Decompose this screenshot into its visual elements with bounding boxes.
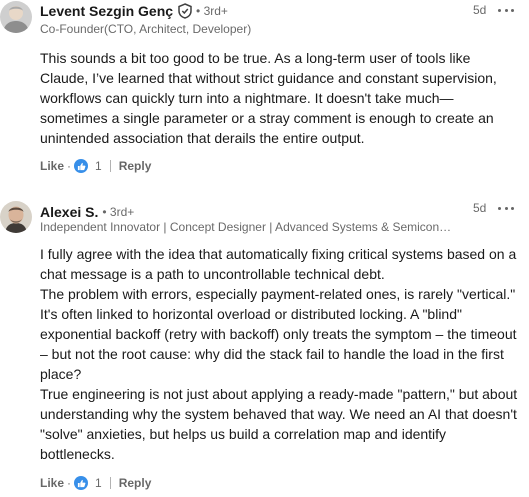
person-avatar-icon <box>0 201 32 233</box>
person-avatar-icon <box>0 1 32 33</box>
author-name[interactable]: Levent Sezgin Genç <box>40 3 173 19</box>
timestamp: 5d <box>473 3 487 17</box>
comment-paragraph: This sounds a bit too good to be true. A… <box>40 50 497 146</box>
divider <box>109 477 111 489</box>
thumbs-up-icon[interactable] <box>74 159 89 173</box>
reaction-count[interactable]: 1 <box>95 476 102 490</box>
comment-paragraph: I fully agree with the idea that automat… <box>40 246 517 282</box>
reaction-count[interactable]: 1 <box>95 159 102 173</box>
comment-actions: Like · 1 Reply <box>40 476 151 490</box>
reply-button[interactable]: Reply <box>119 159 152 173</box>
comment: Levent Sezgin Genç • 3rd+ Co-Founder(CTO… <box>0 0 529 185</box>
like-button[interactable]: Like <box>40 159 64 173</box>
author-headline: Independent Innovator | Concept Designer… <box>40 220 452 234</box>
more-options-icon[interactable] <box>498 3 514 17</box>
author-headline: Co-Founder(CTO, Architect, Developer) <box>40 22 252 36</box>
like-button[interactable]: Like <box>40 476 64 490</box>
author-avatar[interactable] <box>0 201 32 233</box>
connection-degree: • 3rd+ <box>102 205 135 219</box>
author-name[interactable]: Alexei S. <box>40 204 98 220</box>
comment-body: This sounds a bit too good to be true. A… <box>40 48 518 148</box>
comment-paragraph: True engineering is not just about apply… <box>40 386 518 462</box>
author-avatar[interactable] <box>0 1 32 33</box>
comment: Alexei S. • 3rd+ Independent Innovator |… <box>0 198 529 497</box>
comment-body: I fully agree with the idea that automat… <box>40 244 518 464</box>
separator-dot: · <box>67 476 72 490</box>
separator-dot: · <box>67 159 72 173</box>
timestamp: 5d <box>473 201 487 215</box>
thumbs-up-icon[interactable] <box>74 476 89 490</box>
connection-degree: • 3rd+ <box>196 4 228 18</box>
verified-shield-icon <box>178 3 192 19</box>
comment-paragraph: The problem with errors, especially paym… <box>40 286 517 382</box>
reply-button[interactable]: Reply <box>119 476 152 490</box>
comment-actions: Like · 1 Reply <box>40 159 151 173</box>
divider <box>109 160 111 172</box>
more-options-icon[interactable] <box>498 201 514 215</box>
